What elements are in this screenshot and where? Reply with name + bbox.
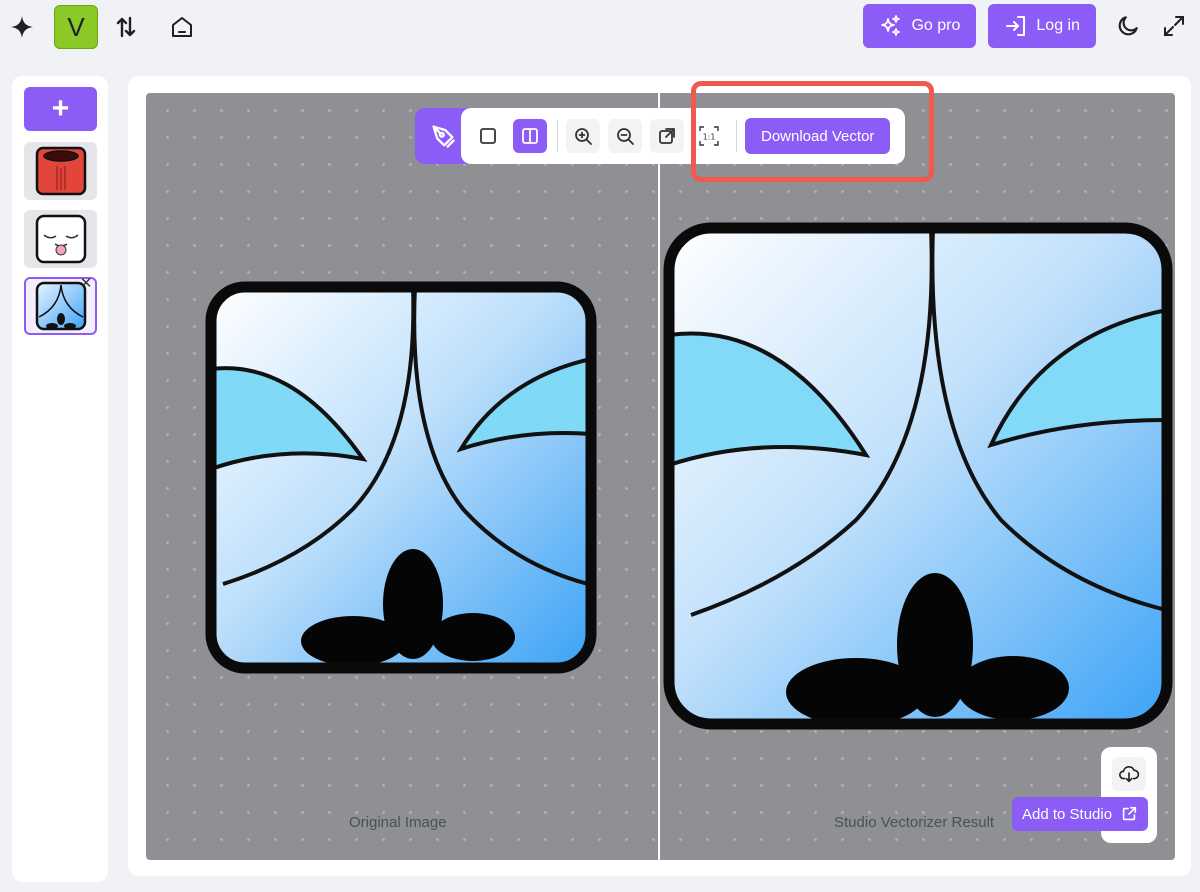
add-to-studio-label: Add to Studio xyxy=(1022,805,1113,823)
sort-arrows-icon[interactable] xyxy=(112,13,140,41)
sidebar-item-tongue-face[interactable] xyxy=(24,210,97,268)
go-pro-label: Go pro xyxy=(911,17,961,34)
external-link-icon xyxy=(1122,806,1137,821)
vector-result-caption: Studio Vectorizer Result xyxy=(834,814,995,831)
sparkles-icon xyxy=(881,15,901,36)
single-view-icon xyxy=(480,128,496,144)
split-view-button[interactable] xyxy=(513,119,547,153)
zoom-out-button[interactable] xyxy=(608,119,642,153)
top-bar-right: Go pro Log in xyxy=(863,4,1188,48)
go-pro-button[interactable]: Go pro xyxy=(863,4,977,48)
zoom-in-icon xyxy=(575,128,592,145)
single-view-button[interactable] xyxy=(471,119,505,153)
login-button[interactable]: Log in xyxy=(988,4,1096,48)
sidebar-item-red-cup[interactable] xyxy=(24,142,97,200)
add-to-studio-button[interactable]: Add to Studio xyxy=(1012,797,1149,831)
cloud-download-icon xyxy=(1119,765,1140,783)
login-label: Log in xyxy=(1036,17,1080,34)
login-icon xyxy=(1006,16,1026,36)
original-image xyxy=(205,281,597,674)
pen-icon xyxy=(432,125,455,148)
logo-letter: V xyxy=(67,11,85,42)
expand-icon[interactable] xyxy=(1160,12,1188,40)
fit-to-screen-button[interactable] xyxy=(650,119,684,153)
original-image-caption: Original Image xyxy=(349,814,447,831)
fit-icon xyxy=(659,128,675,144)
cloud-download-button[interactable] xyxy=(1112,757,1146,791)
zoom-in-button[interactable] xyxy=(566,119,600,153)
sparkle-icon[interactable] xyxy=(8,13,36,41)
tongue-face-thumbnail xyxy=(35,214,86,264)
remove-image-button[interactable]: ✕ xyxy=(76,273,96,293)
app-logo[interactable]: V xyxy=(54,5,98,49)
add-label: + xyxy=(51,92,70,125)
image-sidebar: + xyxy=(12,76,108,882)
home-icon[interactable] xyxy=(168,13,196,41)
highlight-annotation xyxy=(691,81,934,182)
vectorized-image xyxy=(663,222,1173,730)
top-bar: V Go pro Log in xyxy=(0,0,1200,54)
top-bar-left: V xyxy=(8,5,196,49)
red-cup-thumbnail xyxy=(35,146,86,196)
moon-icon[interactable] xyxy=(1114,12,1142,40)
split-slider-handle[interactable] xyxy=(658,93,660,860)
toolbar-separator xyxy=(557,120,558,152)
add-image-button[interactable]: + xyxy=(24,87,97,131)
split-view-icon xyxy=(522,128,538,144)
close-icon: ✕ xyxy=(79,275,93,292)
zoom-out-icon xyxy=(617,128,634,145)
